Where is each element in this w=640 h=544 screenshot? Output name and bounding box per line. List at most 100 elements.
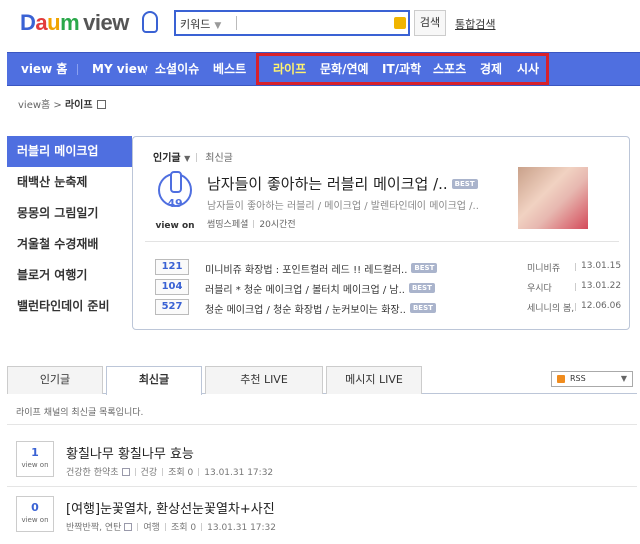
nav-item-my-view[interactable]: MY view	[92, 53, 148, 85]
row-count[interactable]: 121	[155, 259, 189, 275]
topic-item-picture-diary[interactable]: 몽몽의 그림일기	[7, 198, 132, 229]
tab-popular-posts[interactable]: 인기글	[7, 366, 103, 394]
row-title[interactable]: 청순 메이크업 / 청순 화장법 / 눈커보이는 화장.. BEST	[205, 301, 436, 316]
breadcrumb-home[interactable]: view홈	[18, 100, 50, 111]
post-count: 0	[31, 501, 39, 514]
meta-divider	[162, 468, 164, 476]
logo-view: view	[83, 10, 129, 35]
search-type-select[interactable]: 키워드 ▼	[180, 16, 221, 32]
pointing-hand-icon	[142, 11, 158, 33]
nav-item-view-home[interactable]: view 홈	[21, 53, 67, 85]
post-title[interactable]: [여행]눈꽃열차, 환상선눈꽃열차+사진	[66, 498, 275, 517]
row-date: 12.06.06	[581, 301, 622, 311]
view-on-count-box[interactable]: 1 view on	[16, 441, 54, 477]
best-badge: BEST	[408, 283, 435, 293]
nav-highlight-box	[256, 53, 549, 85]
breadcrumb-separator: >	[50, 100, 65, 111]
topic-item-taebaek-festival[interactable]: 태백산 눈축제	[7, 167, 132, 198]
row-divider	[575, 263, 576, 271]
best-badge: BEST	[411, 263, 438, 273]
post-count-label: view on	[21, 516, 49, 524]
tab-popular-label: 인기글	[153, 153, 181, 164]
meta-divider	[134, 468, 136, 476]
post-count: 1	[31, 446, 39, 459]
featured-title-text: 남자들이 좋아하는 러블리 메이크업 /..	[207, 175, 448, 193]
best-badge: BEST	[409, 303, 436, 313]
topic-item-lovely-makeup[interactable]: 러블리 메이크업	[7, 136, 139, 167]
tab-recommend-live[interactable]: 추천 LIVE	[205, 366, 323, 394]
plus-icon[interactable]	[124, 523, 133, 531]
row-date: 13.01.15	[581, 261, 622, 271]
topic-item-travel[interactable]: 블로거 여행기	[7, 260, 132, 291]
tab-popular[interactable]: 인기글 ▼	[153, 153, 190, 164]
tab-latest[interactable]: 최신글	[205, 153, 233, 164]
list-description: 라이프 채널의 최신글 목록입니다.	[16, 408, 144, 418]
post-count-label: view on	[21, 461, 49, 469]
chevron-down-icon: ▼	[184, 154, 191, 163]
view-on-count-box[interactable]: 0 view on	[16, 496, 54, 532]
post-category[interactable]: 여행	[143, 523, 160, 533]
view-on-count: 49	[167, 197, 183, 210]
row-title[interactable]: 러블리 * 청순 메이크업 / 볼터치 메이크업 / 남.. BEST	[205, 281, 435, 296]
featured-row: 104 러블리 * 청순 메이크업 / 볼터치 메이크업 / 남.. BEST 우…	[155, 279, 625, 297]
nav-item-social-issue[interactable]: 소셜이슈	[155, 53, 199, 85]
rss-icon	[557, 375, 565, 383]
list-item: 1 view on 황칠나무 황칠나무 효능 건강한 한약초 건강 조회 0 13.0…	[16, 441, 636, 487]
breadcrumb: view홈 > 라이프	[18, 96, 106, 111]
row-title[interactable]: 미니비쥬 화장법 : 포인트컬러 레드 !! 레드컬러.. BEST	[205, 261, 438, 276]
meta-divider	[137, 523, 139, 531]
keyboard-icon[interactable]	[394, 17, 406, 29]
featured-thumbnail[interactable]	[518, 167, 588, 229]
row-title-text: 러블리 * 청순 메이크업 / 볼터치 메이크업 / 남..	[205, 285, 405, 296]
featured-row: 527 청순 메이크업 / 청순 화장법 / 눈커보이는 화장.. BEST 세니…	[155, 299, 625, 317]
post-title[interactable]: 황칠나무 황칠나무 효능	[66, 443, 194, 462]
search-divider	[236, 16, 237, 30]
logo-letter-a: a	[35, 10, 48, 35]
meta-divider	[201, 523, 203, 531]
featured-title[interactable]: 남자들이 좋아하는 러블리 메이크업 /.. BEST	[207, 173, 478, 194]
featured-author[interactable]: 썸띵스페셜	[207, 220, 248, 230]
post-divider	[7, 486, 637, 487]
post-author[interactable]: 건강한 한약초	[66, 468, 119, 478]
tab-divider	[196, 153, 198, 162]
topic-item-hydroponics[interactable]: 겨울철 수경재배	[7, 229, 132, 260]
meta-divider	[198, 468, 200, 476]
list-divider	[7, 424, 637, 425]
daum-view-logo[interactable]: Daum view	[20, 10, 129, 36]
row-author[interactable]: 우시다	[527, 281, 552, 294]
search-box: 키워드 ▼	[174, 10, 410, 36]
row-author[interactable]: 세니니의 봄,	[527, 301, 574, 314]
search-input[interactable]	[240, 14, 390, 32]
nav-item-best[interactable]: 베스트	[213, 53, 246, 85]
row-title-text: 미니비쥬 화장법 : 포인트컬러 레드 !! 레드컬러..	[205, 265, 408, 276]
meta-divider	[164, 523, 166, 531]
topic-item-valentine[interactable]: 밸런타인데이 준비	[7, 291, 132, 322]
view-on-label: view on	[155, 221, 195, 231]
post-date: 13.01.31 17:32	[207, 523, 277, 533]
row-title-text: 청순 메이크업 / 청순 화장법 / 눈커보이는 화장..	[205, 305, 406, 316]
post-author[interactable]: 반짝반짝, 연탄	[66, 523, 121, 533]
chevron-down-icon: ▼	[214, 21, 222, 31]
meta-divider	[253, 220, 255, 228]
logo-letter-u: u	[47, 10, 61, 35]
view-on-button[interactable]: 49 view on	[153, 171, 197, 233]
tab-message-live[interactable]: 메시지 LIVE	[326, 366, 422, 394]
rss-select[interactable]: RSS ▼	[551, 371, 633, 387]
featured-topic-list: 러블리 메이크업 태백산 눈축제 몽몽의 그림일기 겨울철 수경재배 블로거 여…	[7, 136, 139, 326]
row-count[interactable]: 527	[155, 299, 189, 315]
tab-latest-posts[interactable]: 최신글	[106, 366, 202, 395]
post-date: 13.01.31 17:32	[204, 468, 274, 478]
post-category[interactable]: 건강	[141, 468, 158, 478]
featured-panel: 인기글 ▼ 최신글 49 view on 남자들이 좋아하는 러블리 메이크업 /…	[132, 136, 630, 330]
calendar-icon[interactable]	[96, 100, 106, 109]
post-views: 조회 0	[168, 468, 194, 478]
chevron-down-icon: ▼	[620, 374, 627, 383]
list-item: 0 view on [여행]눈꽃열차, 환상선눈꽃열차+사진 반짝반짝, 연탄 여…	[16, 496, 636, 542]
row-count[interactable]: 104	[155, 279, 189, 295]
search-button[interactable]: 검색	[414, 10, 446, 36]
row-divider	[575, 303, 576, 311]
row-author[interactable]: 미니비쥬	[527, 261, 560, 274]
featured-row: 121 미니비쥬 화장법 : 포인트컬러 레드 !! 레드컬러.. BEST 미니…	[155, 259, 625, 277]
total-search-link[interactable]: 통합검색	[455, 16, 495, 32]
plus-icon[interactable]	[121, 468, 130, 476]
